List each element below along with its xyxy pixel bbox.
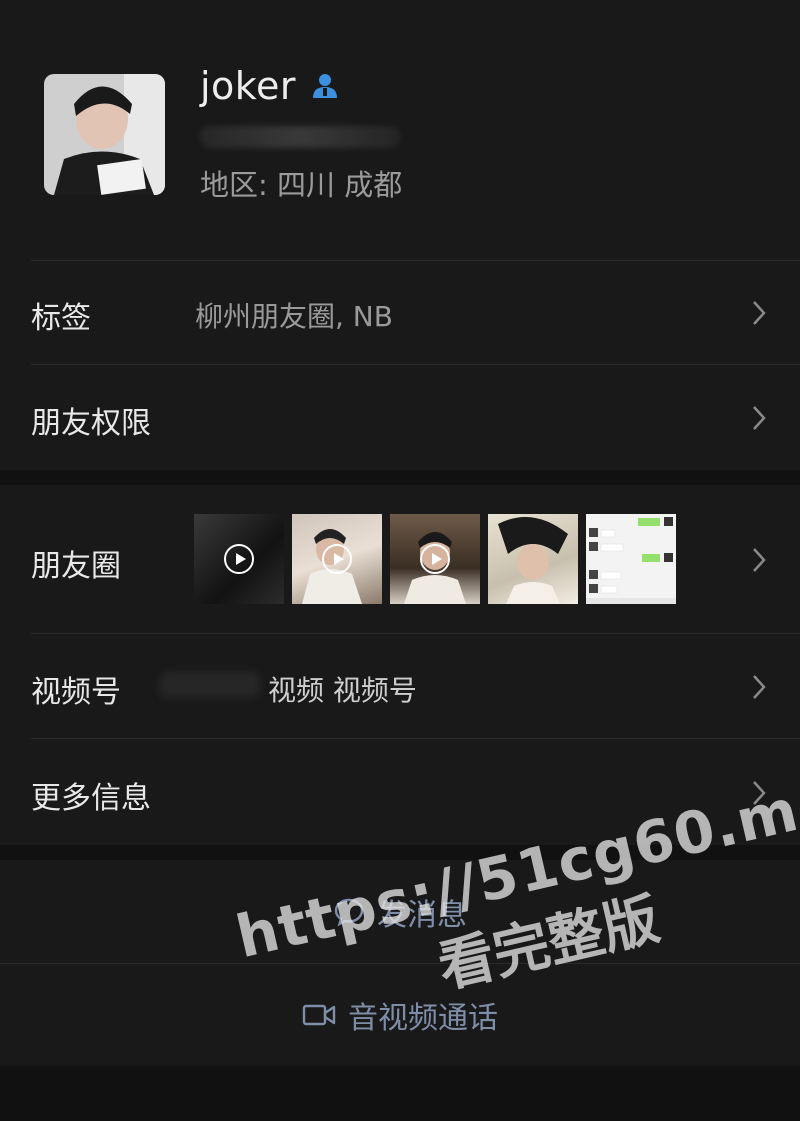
moment-thumbnail[interactable] bbox=[194, 514, 284, 604]
settings-section: 标签 柳州朋友圈, NB 朋友权限 bbox=[0, 260, 800, 470]
channels-label: 视频号 bbox=[31, 675, 121, 710]
chevron-right-icon bbox=[753, 301, 766, 325]
row-permissions[interactable]: 朋友权限 bbox=[0, 365, 800, 470]
row-more-info[interactable]: 更多信息 bbox=[0, 739, 800, 845]
play-icon bbox=[420, 544, 450, 574]
channel-name-blurred bbox=[160, 672, 260, 698]
tags-value: 柳州朋友圈, NB bbox=[195, 300, 393, 333]
chevron-right-icon bbox=[753, 548, 766, 572]
permissions-label: 朋友权限 bbox=[31, 406, 151, 441]
play-icon bbox=[224, 544, 254, 574]
info-section: 朋友圈 视频号 视频 视频号 更多信息 bbox=[0, 485, 800, 845]
moments-label: 朋友圈 bbox=[31, 549, 121, 584]
send-message-label: 发消息 bbox=[377, 897, 467, 933]
video-camera-icon bbox=[302, 1004, 336, 1026]
chevron-right-icon bbox=[753, 675, 766, 699]
chevron-right-icon bbox=[753, 781, 766, 805]
moment-thumbnail[interactable] bbox=[390, 514, 480, 604]
avatar[interactable] bbox=[44, 74, 165, 195]
chat-bubble-icon bbox=[334, 898, 364, 926]
profile-header: joker 地区: 四川 成都 bbox=[0, 0, 800, 260]
avatar-image bbox=[44, 74, 165, 195]
moment-thumbnail[interactable] bbox=[586, 514, 676, 604]
play-icon bbox=[322, 544, 352, 574]
channels-value: 视频 视频号 bbox=[268, 674, 417, 707]
moment-thumbnail[interactable] bbox=[488, 514, 578, 604]
actions-section: 发消息 音视频通话 bbox=[0, 860, 800, 1066]
video-call-label: 音视频通话 bbox=[348, 1001, 498, 1036]
region-text: 地区: 四川 成都 bbox=[200, 168, 403, 202]
moment-thumbnail[interactable] bbox=[292, 514, 382, 604]
account-id-blurred bbox=[200, 126, 400, 148]
tags-label: 标签 bbox=[31, 301, 91, 336]
row-channels[interactable]: 视频号 视频 视频号 bbox=[0, 634, 800, 738]
row-tags[interactable]: 标签 柳州朋友圈, NB bbox=[0, 260, 800, 364]
video-call-button[interactable]: 音视频通话 bbox=[0, 964, 800, 1066]
person-verified-icon bbox=[312, 74, 337, 98]
moments-thumbnails bbox=[194, 514, 676, 604]
chevron-right-icon bbox=[753, 406, 766, 430]
profile-name: joker bbox=[200, 64, 296, 108]
send-message-button[interactable]: 发消息 bbox=[0, 860, 800, 963]
row-moments[interactable]: 朋友圈 bbox=[0, 485, 800, 633]
more-info-label: 更多信息 bbox=[31, 781, 151, 816]
